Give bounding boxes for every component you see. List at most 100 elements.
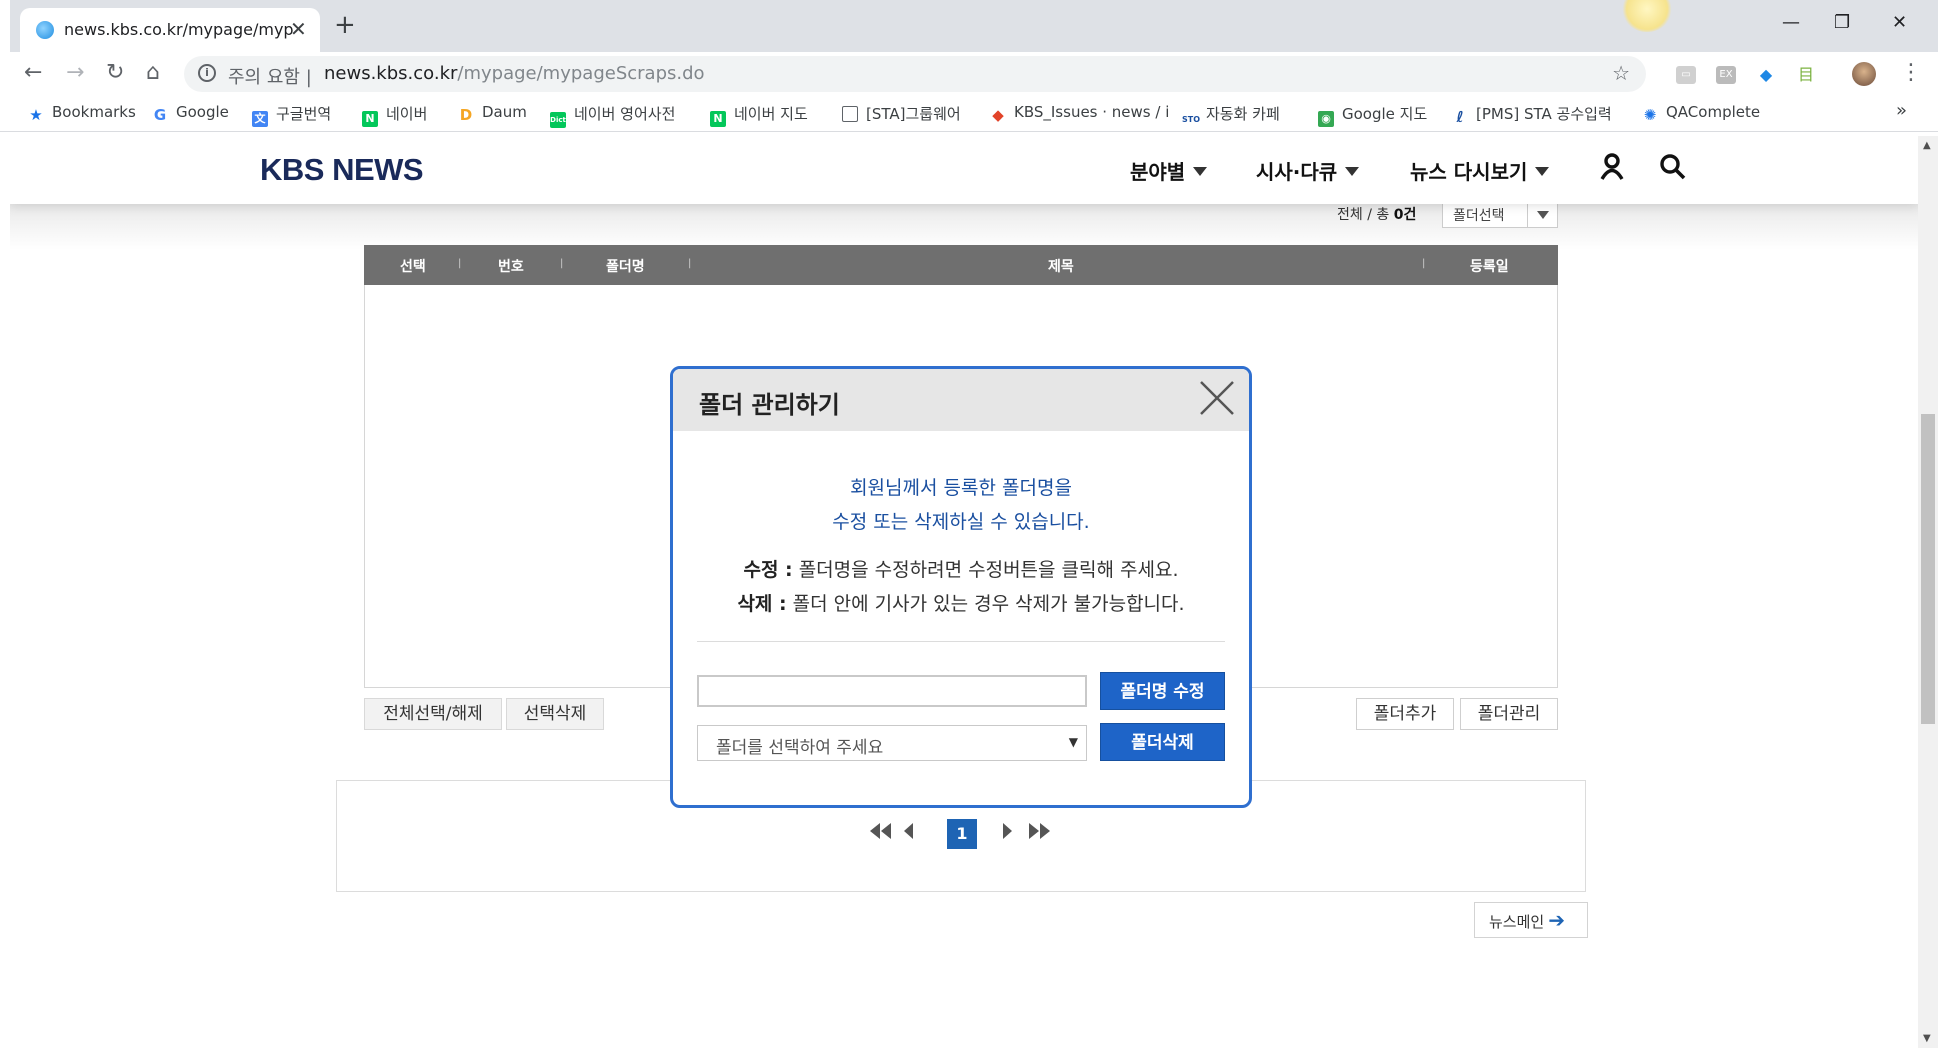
modal-note-edit: 수정 : 폴더명을 수정하려면 수정버튼을 클릭해 주세요. <box>743 559 1179 581</box>
extension-ladder-icon[interactable]: 目 <box>1796 66 1816 84</box>
info-icon[interactable]: i <box>198 64 216 82</box>
new-tab-button[interactable]: + <box>334 12 356 38</box>
address-bar[interactable]: i 주의 요함 | news.kbs.co.kr/mypage/mypageSc… <box>184 56 1646 92</box>
naver-dict-icon: Dict <box>550 112 566 128</box>
tab-title: news.kbs.co.kr/mypage/mypageScraps.do <box>64 20 294 39</box>
folder-manage-modal: 폴더 관리하기 회원님께서 등록한 폴더명을 수정 또는 삭제하실 수 있습니다… <box>670 366 1252 808</box>
kbs-news-logo[interactable]: KBS NEWS <box>260 152 424 188</box>
window-edge <box>0 0 10 52</box>
col-select: 선택 <box>400 259 426 275</box>
page-viewport: KBS NEWS 분야별 시사·다큐 뉴스 다시보기 전체 / 총 0건 폴더선… <box>10 136 1918 1048</box>
bookmark-naver-map[interactable]: N 네이버 지도 <box>710 103 808 127</box>
page-scrollbar[interactable]: ▲ ▼ <box>1918 136 1938 1048</box>
forward-icon[interactable]: → <box>66 60 84 85</box>
bookmark-google[interactable]: G Google <box>152 103 229 123</box>
article-count: 전체 / 총 0건 <box>1337 207 1417 223</box>
bookmark-daum[interactable]: D Daum <box>458 103 527 123</box>
folder-select-placeholder: 폴더를 선택하여 주세요 <box>716 738 884 758</box>
bookmark-google-maps[interactable]: ◉ Google 지도 <box>1318 103 1427 127</box>
delete-folder-button[interactable]: 폴더삭제 <box>1100 723 1225 761</box>
nav-replay[interactable]: 뉴스 다시보기 <box>1410 156 1550 185</box>
manage-folder-button[interactable]: 폴더관리 <box>1460 698 1558 730</box>
caret-down-icon <box>1345 167 1360 176</box>
arrow-right-icon: ➔ <box>1548 908 1565 932</box>
extension-icon[interactable]: ▭ <box>1676 66 1696 84</box>
bookmark-cafe[interactable]: STO 자동화 카페 <box>1182 103 1280 128</box>
last-page-icon[interactable] <box>1027 821 1051 846</box>
news-main-button[interactable]: 뉴스메인 ➔ <box>1474 902 1588 938</box>
reload-icon[interactable]: ↻ <box>106 60 124 85</box>
modal-header: 폴더 관리하기 <box>673 369 1249 431</box>
browser-chrome: news.kbs.co.kr/mypage/mypageScraps.do ✕ … <box>0 0 1938 136</box>
select-all-button[interactable]: 전체선택/해제 <box>364 698 502 730</box>
decorative-glow <box>1622 0 1672 32</box>
bookmark-pms[interactable]: ℓ [PMS] STA 공수입력 <box>1452 103 1611 126</box>
profile-avatar[interactable] <box>1852 62 1876 86</box>
extension-diamond-icon[interactable]: ◆ <box>1756 66 1776 84</box>
folder-name-input[interactable] <box>697 675 1087 707</box>
translate-icon: 文 <box>252 111 268 127</box>
home-icon[interactable]: ⌂ <box>146 60 160 85</box>
header-shadow-band <box>10 204 1918 250</box>
extension-ex-icon[interactable]: EX <box>1716 66 1736 84</box>
browser-toolbar: ← → ↻ ⌂ i 주의 요함 | news.kbs.co.kr/mypage/… <box>0 52 1938 96</box>
qacomplete-icon: ✺ <box>1643 106 1657 124</box>
bookmark-groupware[interactable]: [STA]그룹웨어 <box>842 103 961 124</box>
more-bookmarks-icon[interactable]: » <box>1896 100 1907 121</box>
chrome-menu-icon[interactable]: ⋮ <box>1900 60 1922 85</box>
folder-select[interactable]: 폴더를 선택하여 주세요 ▼ <box>697 725 1087 761</box>
window-close-icon[interactable]: ✕ <box>1892 12 1907 33</box>
add-folder-button[interactable]: 폴더추가 <box>1356 698 1454 730</box>
back-icon[interactable]: ← <box>24 60 42 85</box>
modal-close-icon[interactable] <box>1199 377 1235 423</box>
browser-tab[interactable]: news.kbs.co.kr/mypage/mypageScraps.do ✕ <box>20 8 320 52</box>
bookmarks-bar: ★ Bookmarks G Google 文 구글번역 N 네이버 D Daum Dict… <box>0 96 1938 132</box>
bookmark-star-icon[interactable]: ☆ <box>1612 61 1630 85</box>
delete-selected-button[interactable]: 선택삭제 <box>506 698 604 730</box>
scroll-down-icon[interactable]: ▼ <box>1923 1033 1931 1044</box>
modal-divider <box>697 641 1225 642</box>
bookmark-qacomplete[interactable]: ✺ QAComplete <box>1642 103 1760 123</box>
first-page-icon[interactable] <box>869 821 893 846</box>
restore-icon[interactable]: ❐ <box>1834 12 1850 33</box>
col-title: 제목 <box>1048 259 1074 275</box>
nav-current-affairs[interactable]: 시사·다큐 <box>1256 156 1360 185</box>
search-icon[interactable] <box>1658 152 1686 187</box>
col-date: 등록일 <box>1470 259 1509 275</box>
folder-select-dropdown[interactable]: 폴더선택 <box>1442 200 1558 228</box>
google-icon: G <box>153 106 167 124</box>
next-page-icon[interactable] <box>1001 821 1013 846</box>
caret-down-icon <box>1535 167 1550 176</box>
bookmark-bookmarks[interactable]: ★ Bookmarks <box>28 103 136 123</box>
col-number: 번호 <box>498 259 524 275</box>
rename-folder-button[interactable]: 폴더명 수정 <box>1100 672 1225 710</box>
bookmark-kbs-issues[interactable]: ◆ KBS_Issues · news / i <box>990 103 1169 123</box>
tab-close-icon[interactable]: ✕ <box>290 17 307 41</box>
dropdown-arrow-icon <box>1527 201 1557 227</box>
scrollbar-thumb[interactable] <box>1921 414 1935 724</box>
select-caret-icon: ▼ <box>1068 735 1078 749</box>
prev-page-icon[interactable] <box>903 821 915 846</box>
bookmark-naver-dict[interactable]: Dict 네이버 영어사전 <box>550 103 675 128</box>
modal-note-delete: 삭제 : 폴더 안에 기사가 있는 경우 삭제가 불가능합니다. <box>737 593 1185 615</box>
nav-category[interactable]: 분야별 <box>1130 156 1208 185</box>
folder-select-value: 폴더선택 <box>1453 208 1505 224</box>
gitlab-icon: ◆ <box>992 106 1004 124</box>
google-maps-icon: ◉ <box>1318 111 1334 127</box>
scroll-up-icon[interactable]: ▲ <box>1923 140 1931 151</box>
news-main-label: 뉴스메인 <box>1489 913 1545 931</box>
security-warning[interactable]: 주의 요함 | <box>228 63 312 89</box>
bookmark-translate[interactable]: 文 구글번역 <box>252 103 331 127</box>
tab-strip: news.kbs.co.kr/mypage/mypageScraps.do ✕ … <box>0 0 1938 52</box>
bookmark-naver[interactable]: N 네이버 <box>362 103 427 127</box>
star-icon: ★ <box>29 106 43 124</box>
daum-icon: D <box>459 106 473 124</box>
url-text[interactable]: news.kbs.co.kr/mypage/mypageScraps.do <box>324 63 705 84</box>
page-number-current[interactable]: 1 <box>947 819 977 849</box>
minimize-icon[interactable]: — <box>1782 12 1800 33</box>
modal-description-line2: 수정 또는 삭제하실 수 있습니다. <box>832 511 1090 533</box>
col-folder: 폴더명 <box>606 259 645 275</box>
modal-description-line1: 회원님께서 등록한 폴더명을 <box>850 477 1072 499</box>
pms-icon: ℓ <box>1456 108 1464 126</box>
user-icon[interactable] <box>1598 152 1626 187</box>
